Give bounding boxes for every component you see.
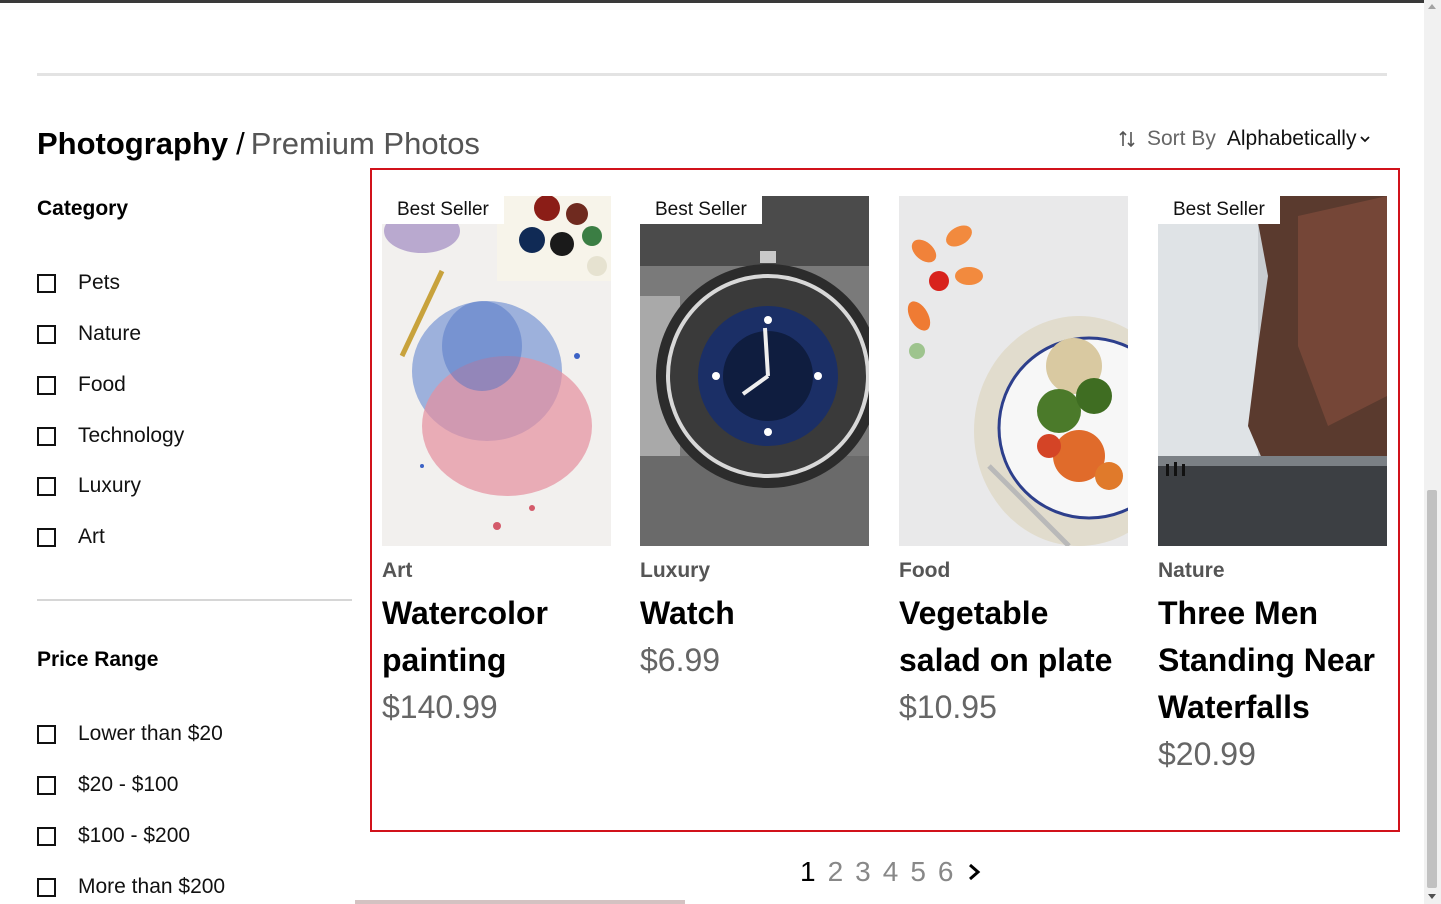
product-card-watch[interactable]: Best Seller Luxury Watch $6.99	[640, 196, 869, 684]
product-image-watch[interactable]: Best Seller	[640, 196, 869, 546]
page-5[interactable]: 5	[910, 856, 926, 888]
breadcrumb-separator: /	[236, 126, 245, 161]
page-1[interactable]: 1	[800, 856, 816, 888]
filter-option-pets[interactable]: Pets	[37, 270, 120, 296]
filter-label: Luxury	[78, 474, 142, 497]
sort-control[interactable]: Sort By Alphabetically	[1117, 127, 1371, 151]
filter-option-art[interactable]: Art	[37, 524, 105, 550]
product-image-watercolor[interactable]: Best Seller	[382, 196, 611, 546]
checkbox[interactable]	[37, 324, 56, 344]
breadcrumb-main[interactable]: Photography	[37, 126, 228, 161]
filter-option-luxury[interactable]: Luxury	[37, 473, 141, 499]
filter-label: $20 - $100	[78, 773, 179, 796]
top-edge	[0, 0, 1424, 3]
scrollbar-thumb[interactable]	[1427, 490, 1437, 888]
filter-label: More than $200	[78, 875, 226, 898]
filter-label: $100 - $200	[78, 824, 191, 847]
filter-label: Technology	[78, 424, 185, 447]
checkbox[interactable]	[37, 775, 56, 795]
product-price: $10.95	[899, 689, 997, 725]
product-title[interactable]: Watch	[640, 590, 869, 637]
sort-label: Sort By	[1147, 127, 1216, 150]
filter-option-price-lt20[interactable]: Lower than $20	[37, 721, 223, 747]
chevron-down-icon	[1360, 136, 1371, 143]
filter-option-price-20-100[interactable]: $20 - $100	[37, 772, 178, 798]
product-card-waterfall[interactable]: Best Seller Nature Three Men Standing Ne…	[1158, 196, 1387, 778]
filter-label: Pets	[78, 271, 121, 294]
pagination: 1 2 3 4 5 6	[800, 856, 981, 888]
filter-option-price-100-200[interactable]: $100 - $200	[37, 823, 190, 849]
checkbox[interactable]	[37, 527, 56, 547]
product-category: Luxury	[640, 559, 711, 582]
sort-arrows-icon	[1119, 130, 1135, 148]
product-price: $20.99	[1158, 736, 1256, 772]
category-heading: Category	[37, 197, 129, 220]
page-2[interactable]: 2	[828, 856, 844, 888]
checkbox[interactable]	[37, 724, 56, 744]
checkbox[interactable]	[37, 826, 56, 846]
sort-value[interactable]: Alphabetically	[1227, 127, 1357, 151]
filter-option-food[interactable]: Food	[37, 372, 126, 398]
section-divider	[37, 73, 1387, 76]
filter-label: Art	[78, 525, 105, 548]
page-3[interactable]: 3	[855, 856, 871, 888]
page-6[interactable]: 6	[938, 856, 954, 888]
filter-option-nature[interactable]: Nature	[37, 321, 141, 347]
breadcrumb: Photography / Premium Photos	[37, 126, 480, 162]
filter-divider	[37, 599, 352, 601]
filter-option-technology[interactable]: Technology	[37, 423, 184, 449]
product-image-waterfall[interactable]: Best Seller	[1158, 196, 1387, 546]
breadcrumb-current: Premium Photos	[250, 126, 480, 161]
product-title[interactable]: Watercolor painting	[382, 590, 611, 684]
next-section-peek	[355, 900, 685, 904]
product-card-watercolor[interactable]: Best Seller Art Watercolor painting $140…	[382, 196, 611, 731]
product-card-salad[interactable]: Food Vegetable salad on plate $10.95	[899, 196, 1128, 731]
page-4[interactable]: 4	[883, 856, 899, 888]
filter-option-price-gt200[interactable]: More than $200	[37, 874, 225, 900]
chevron-right-icon[interactable]	[967, 862, 981, 882]
product-category: Nature	[1158, 559, 1225, 582]
filter-label: Nature	[78, 322, 142, 345]
checkbox[interactable]	[37, 273, 56, 293]
checkbox[interactable]	[37, 476, 56, 496]
checkbox[interactable]	[37, 375, 56, 395]
best-seller-badge: Best Seller	[640, 196, 762, 224]
product-price: $6.99	[640, 642, 721, 678]
product-price: $140.99	[382, 689, 498, 725]
product-title[interactable]: Three Men Standing Near Waterfalls	[1158, 590, 1387, 731]
product-title[interactable]: Vegetable salad on plate	[899, 590, 1128, 684]
scroll-down-icon[interactable]	[1428, 894, 1436, 899]
vertical-scrollbar[interactable]	[1424, 0, 1441, 904]
product-image-salad[interactable]	[899, 196, 1128, 546]
price-range-heading: Price Range	[37, 648, 159, 671]
scroll-up-icon[interactable]	[1428, 4, 1436, 9]
best-seller-badge: Best Seller	[382, 196, 504, 224]
filter-label: Food	[78, 373, 126, 396]
product-category: Food	[899, 559, 951, 582]
best-seller-badge: Best Seller	[1158, 196, 1280, 224]
filter-label: Lower than $20	[78, 722, 223, 745]
checkbox[interactable]	[37, 877, 56, 897]
checkbox[interactable]	[37, 426, 56, 446]
product-category: Art	[382, 559, 413, 582]
